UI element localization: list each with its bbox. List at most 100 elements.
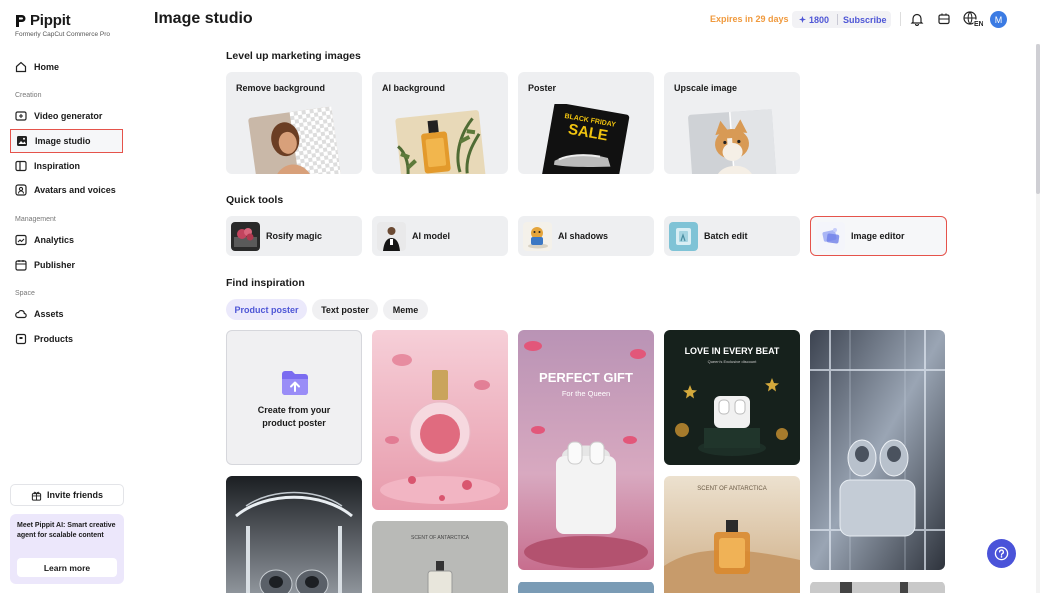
app-root: Pippit Formerly CapCut Commerce Pro Home… xyxy=(0,0,1041,593)
perfect-gift-subtitle: For the Queen xyxy=(562,389,610,398)
scent-antarctica-image: SCENT OF ANTARCTICA xyxy=(664,476,800,593)
sidebar-item-image-studio[interactable]: Image studio xyxy=(10,129,123,153)
upload-folder-icon xyxy=(282,371,308,395)
image-studio-icon xyxy=(16,135,28,147)
promo-text: Meet Pippit AI: Smart creative agent for… xyxy=(17,522,116,539)
help-button[interactable] xyxy=(987,539,1016,568)
card-label: Upscale image xyxy=(674,83,738,93)
poster-card[interactable]: Poster BLACK FRIDAY SALE xyxy=(518,72,654,174)
remove-background-card[interactable]: Remove background xyxy=(226,72,362,174)
ai-background-card[interactable]: AI background xyxy=(372,72,508,174)
tool-label: AI model xyxy=(412,231,451,241)
silver-earbuds-image xyxy=(810,330,945,570)
sparkle-icon xyxy=(799,16,806,23)
video-generator-icon xyxy=(15,110,27,122)
remove-background-thumbnail xyxy=(248,106,342,174)
sidebar-item-label: Avatars and voices xyxy=(34,185,116,195)
invite-friends-button[interactable]: Invite friends xyxy=(10,484,124,506)
section-label-management: Management xyxy=(15,216,56,223)
gift-icon xyxy=(31,491,42,501)
tab-meme[interactable]: Meme xyxy=(383,299,428,320)
ai-shadows-tool[interactable]: AI shadows xyxy=(518,216,654,256)
header-divider xyxy=(900,12,901,26)
rosify-magic-tool[interactable]: Rosify magic xyxy=(226,216,362,256)
love-beat-title: LOVE IN EVERY BEAT xyxy=(685,346,780,356)
image-editor-thumbnail xyxy=(816,221,845,251)
tool-label: AI shadows xyxy=(558,231,609,241)
section-label-creation: Creation xyxy=(15,92,42,99)
inspiration-tile-silver-earbuds[interactable] xyxy=(810,330,945,570)
inspiration-tile-dark-earbuds[interactable] xyxy=(226,476,362,593)
sidebar-item-analytics[interactable]: Analytics xyxy=(10,228,123,252)
ai-model-tool[interactable]: AI model xyxy=(372,216,508,256)
trial-expiry-text[interactable]: Expires in 29 days xyxy=(710,14,789,24)
batch-edit-thumbnail xyxy=(669,221,698,251)
upscale-image-card[interactable]: Upscale image xyxy=(664,72,800,174)
sidebar-item-label: Products xyxy=(34,334,74,344)
inspiration-tile-scent-antarctica[interactable]: SCENT OF ANTARCTICA xyxy=(664,476,800,593)
batch-edit-tool[interactable]: Batch edit xyxy=(664,216,800,256)
language-icon[interactable]: EN xyxy=(963,11,983,27)
sidebar-item-home[interactable]: Home xyxy=(10,55,123,79)
love-beat-image: LOVE IN EVERY BEAT Queen's Exclusive dis… xyxy=(664,330,800,465)
sidebar-item-label: Video generator xyxy=(34,111,103,121)
inspiration-tile-perfume-pink[interactable] xyxy=(372,330,508,510)
perfume-pink-image xyxy=(372,330,508,510)
create-product-poster-tile[interactable]: Create from your product poster xyxy=(226,330,362,465)
image-editor-tool[interactable]: Image editor xyxy=(810,216,947,256)
subscribe-button[interactable]: Subscribe xyxy=(838,15,887,25)
inspiration-tile-partial-2[interactable] xyxy=(810,581,945,593)
poster-thumbnail: BLACK FRIDAY SALE xyxy=(542,104,630,174)
inspiration-tile-partial[interactable] xyxy=(518,581,654,593)
partial-image xyxy=(518,582,654,593)
inspiration-tile-love-beat[interactable]: LOVE IN EVERY BEAT Queen's Exclusive dis… xyxy=(664,330,800,465)
inspiration-icon xyxy=(15,160,27,172)
credits-subscribe-box: 1800 Subscribe xyxy=(792,11,891,28)
tab-text-poster[interactable]: Text poster xyxy=(312,299,378,320)
brand-name: Pippit xyxy=(30,12,71,29)
inspiration-tile-perfect-gift[interactable]: PERFECT GIFT For the Queen xyxy=(518,330,654,570)
pippit-ai-promo: Meet Pippit AI: Smart creative agent for… xyxy=(10,514,124,584)
sidebar-item-label: Inspiration xyxy=(34,161,81,171)
tab-product-poster[interactable]: Product poster xyxy=(226,299,307,320)
pippit-logo-icon xyxy=(16,14,26,27)
inbox-icon[interactable] xyxy=(936,11,952,27)
tool-label: Batch edit xyxy=(704,231,748,241)
brand-logo[interactable]: Pippit xyxy=(15,12,71,29)
sidebar-item-label: Publisher xyxy=(34,260,76,270)
sidebar-item-publisher[interactable]: Publisher xyxy=(10,253,123,277)
scent-gray-image: SCENT OF ANTARCTICA xyxy=(372,521,508,593)
user-avatar[interactable]: M xyxy=(990,11,1007,28)
sidebar-item-products[interactable]: Products xyxy=(10,327,123,351)
inspiration-title: Find inspiration xyxy=(226,277,305,289)
learn-more-button[interactable]: Learn more xyxy=(17,558,117,577)
section-label-space: Space xyxy=(15,290,35,297)
rosify-magic-thumbnail xyxy=(231,221,260,251)
inspiration-tile-scent-gray[interactable]: SCENT OF ANTARCTICA xyxy=(372,521,508,593)
quick-tools-title: Quick tools xyxy=(226,194,284,206)
brand-tagline: Formerly CapCut Commerce Pro xyxy=(15,31,110,38)
scent-antarctica-text: SCENT OF ANTARCTICA xyxy=(697,486,766,492)
card-label: Poster xyxy=(528,83,557,93)
scent-gray-text: SCENT OF ANTARCTICA xyxy=(411,535,470,541)
bell-icon[interactable] xyxy=(909,11,925,27)
invite-friends-label: Invite friends xyxy=(46,490,103,500)
sidebar-item-avatars-and-voices[interactable]: Avatars and voices xyxy=(10,178,123,202)
language-badge: EN xyxy=(974,21,983,27)
page-title: Image studio xyxy=(154,10,253,27)
ai-model-thumbnail xyxy=(377,221,406,251)
home-icon xyxy=(15,61,27,73)
sidebar-item-video-generator[interactable]: Video generator xyxy=(10,104,123,128)
main-scrollbar-thumb[interactable] xyxy=(1036,44,1040,194)
love-beat-subtitle: Queen's Exclusive discount xyxy=(708,359,758,364)
dark-earbuds-image xyxy=(226,476,362,593)
avatar-icon xyxy=(15,184,27,196)
credits-counter[interactable]: 1800 xyxy=(792,15,837,25)
ai-shadows-thumbnail xyxy=(523,221,552,251)
sidebar-item-label: Home xyxy=(34,62,60,72)
sidebar: Pippit Formerly CapCut Commerce Pro Home… xyxy=(0,0,136,593)
sidebar-item-inspiration[interactable]: Inspiration xyxy=(10,154,123,178)
sidebar-item-assets[interactable]: Assets xyxy=(10,302,123,326)
ai-background-thumbnail xyxy=(395,110,486,174)
perfect-gift-image: PERFECT GIFT For the Queen xyxy=(518,330,654,570)
